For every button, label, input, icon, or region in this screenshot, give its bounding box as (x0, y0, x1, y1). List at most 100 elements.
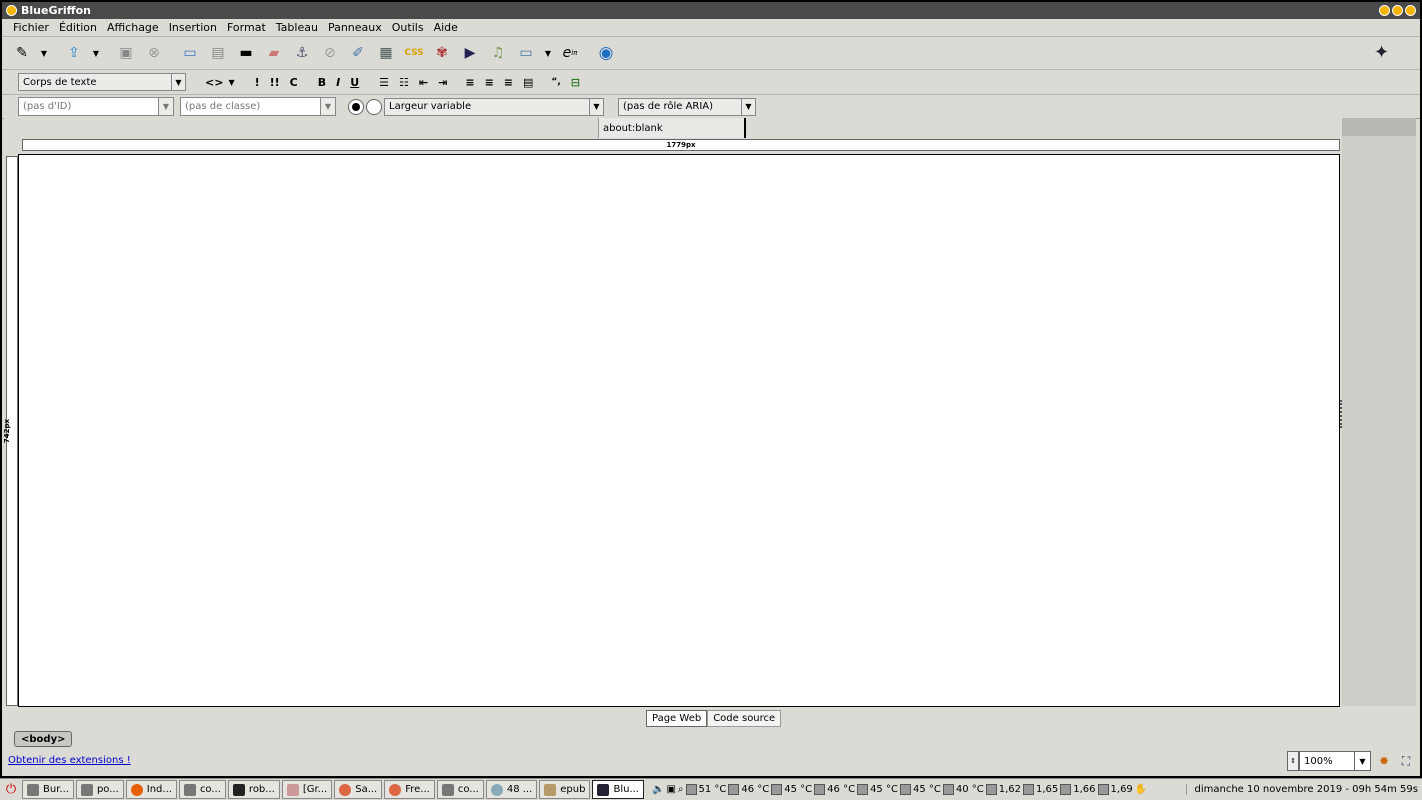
network-icon[interactable]: ▣ (666, 784, 675, 795)
panel-resize-handle[interactable] (1340, 400, 1344, 428)
firefox-icon (130, 783, 143, 796)
zoom-stepper[interactable]: ⇕ (1287, 751, 1299, 771)
taskbar-item[interactable]: Fre... (384, 780, 435, 799)
bullet-list-icon[interactable]: ☰ (379, 76, 389, 89)
align-left-icon[interactable]: ≡ (465, 76, 474, 89)
zoom-control: ⇕ 100% ▼ ✹ ⛶ (1287, 751, 1415, 771)
search-icon (490, 783, 503, 796)
menu-tableau[interactable]: Tableau (271, 21, 323, 34)
taskbar-item[interactable]: co... (436, 780, 484, 799)
paragraph-format-select[interactable]: Corps de texte ▼ (18, 73, 186, 91)
insert-icon[interactable]: ⊟ (571, 76, 580, 89)
variable-width-radio[interactable] (366, 98, 382, 115)
mouse-icon[interactable]: ✋ (1135, 784, 1147, 795)
editor-canvas[interactable] (18, 154, 1340, 707)
taskbar-item[interactable]: po... (75, 780, 124, 799)
menu-bar: Fichier Édition Affichage Insertion Form… (2, 19, 1420, 37)
bold-button[interactable]: B (318, 76, 326, 89)
cite-button[interactable]: C (290, 76, 298, 89)
indent-icon[interactable]: ⇥ (438, 76, 447, 89)
chevron-down-icon: ▼ (1354, 752, 1370, 770)
window-layout-icon[interactable]: ▭ (180, 43, 200, 63)
align-right-icon[interactable]: ≡ (504, 76, 513, 89)
aria-role-select[interactable]: (pas de rôle ARIA) ▼ (618, 97, 756, 116)
taskbar-item[interactable]: epub (539, 780, 591, 799)
code-button[interactable]: <> (205, 76, 223, 89)
close-button[interactable] (1405, 5, 1416, 16)
zoom-select[interactable]: 100% ▼ (1299, 751, 1371, 771)
chevron-down-icon[interactable]: ▼ (320, 97, 336, 116)
tab-about-blank[interactable]: about:blank (598, 118, 746, 138)
chevron-down-icon: ▼ (741, 98, 755, 115)
app-icon[interactable] (6, 5, 17, 16)
search-icon[interactable]: ⌕ (678, 784, 684, 795)
style-icon[interactable]: ✾ (432, 43, 452, 63)
menu-aide[interactable]: Aide (429, 21, 463, 34)
taskbar-item[interactable]: Sa... (334, 780, 383, 799)
table-icon[interactable]: ▦ (376, 43, 396, 63)
taskbar-item[interactable]: rob... (227, 780, 280, 799)
fixed-width-radio[interactable] (348, 98, 364, 115)
clock[interactable]: dimanche 10 novembre 2019 - 09h 54m 59s (1185, 784, 1418, 795)
fullscreen-icon[interactable]: ⛶ (1397, 752, 1415, 770)
start-menu-icon[interactable]: ⏻ (0, 780, 22, 800)
volume-icon[interactable]: 🔈 (652, 784, 664, 795)
italic-button[interactable]: I (336, 76, 340, 89)
folder-icon[interactable]: ▰ (264, 43, 284, 63)
close-document-icon[interactable]: ⊗ (144, 43, 164, 63)
taskbar-item[interactable]: co... (178, 780, 226, 799)
dropdown-icon[interactable]: ▼ (40, 43, 48, 63)
bug-icon[interactable]: ✹ (1375, 752, 1393, 770)
minimize-button[interactable] (1379, 5, 1390, 16)
form-icon[interactable]: ▭ (516, 43, 536, 63)
justify-icon[interactable]: ▤ (523, 76, 533, 89)
taskbar-item[interactable]: Ind... (125, 780, 177, 799)
math-icon[interactable]: e iπ (560, 43, 580, 63)
taskbar-item[interactable]: Bur... (22, 780, 74, 799)
strong-emphasis-button[interactable]: !! (270, 76, 280, 89)
tab-page-web[interactable]: Page Web (646, 710, 708, 727)
menu-format[interactable]: Format (222, 21, 271, 34)
sensor-icon (728, 784, 740, 795)
table-layout-icon[interactable]: ▤ (208, 43, 228, 63)
emphasis-button[interactable]: ! (255, 76, 260, 89)
id-field[interactable]: (pas d'ID) ▼ (18, 97, 174, 116)
get-extensions-link[interactable]: Obtenir des extensions ! (8, 755, 131, 766)
menu-panneaux[interactable]: Panneaux (323, 21, 387, 34)
maximize-button[interactable] (1392, 5, 1403, 16)
link-icon[interactable]: ⊘ (320, 43, 340, 63)
open-icon[interactable]: ⇪ (64, 43, 84, 63)
menu-outils[interactable]: Outils (387, 21, 429, 34)
align-center-icon[interactable]: ≡ (485, 76, 494, 89)
side-panel-area (1342, 118, 1416, 706)
class-field[interactable]: (pas de classe) ▼ (180, 97, 336, 116)
image-icon[interactable]: ▬ (236, 43, 256, 63)
css-icon[interactable]: CSS (404, 43, 424, 63)
menu-insertion[interactable]: Insertion (164, 21, 222, 34)
menu-fichier[interactable]: Fichier (8, 21, 54, 34)
menu-affichage[interactable]: Affichage (102, 21, 164, 34)
format-toolbar: Corps de texte ▼ <> ▼ ! !! C B I U ☰ ☷ ⇤… (2, 70, 1420, 95)
numbered-list-icon[interactable]: ☷ (399, 76, 409, 89)
code-dropdown-icon[interactable]: ▼ (228, 78, 234, 87)
tab-code-source[interactable]: Code source (707, 710, 782, 727)
audio-icon[interactable]: ♫ (488, 43, 508, 63)
taskbar-item-active[interactable]: Blu... (592, 780, 644, 799)
video-icon[interactable]: ▶ (460, 43, 480, 63)
dropdown-icon[interactable]: ▼ (544, 43, 552, 63)
taskbar-item[interactable]: 48 ... (485, 780, 538, 799)
browser-preview-icon[interactable]: ◉ (596, 43, 616, 63)
new-document-icon[interactable]: ✎ (12, 43, 32, 63)
chevron-down-icon[interactable]: ▼ (158, 97, 174, 116)
quote-icon[interactable]: “, (551, 77, 560, 87)
width-mode-select[interactable]: Largeur variable ▼ (384, 97, 604, 116)
edit-image-icon[interactable]: ✐ (348, 43, 368, 63)
menu-edition[interactable]: Édition (54, 21, 102, 34)
outdent-icon[interactable]: ⇤ (419, 76, 428, 89)
underline-button[interactable]: U (350, 76, 359, 89)
body-breadcrumb[interactable]: <body> (14, 731, 73, 747)
anchor-icon[interactable]: ⚓ (292, 43, 312, 63)
save-icon[interactable]: ▣ (116, 43, 136, 63)
taskbar-item[interactable]: [Gr... (281, 780, 333, 799)
dropdown-icon[interactable]: ▼ (92, 43, 100, 63)
